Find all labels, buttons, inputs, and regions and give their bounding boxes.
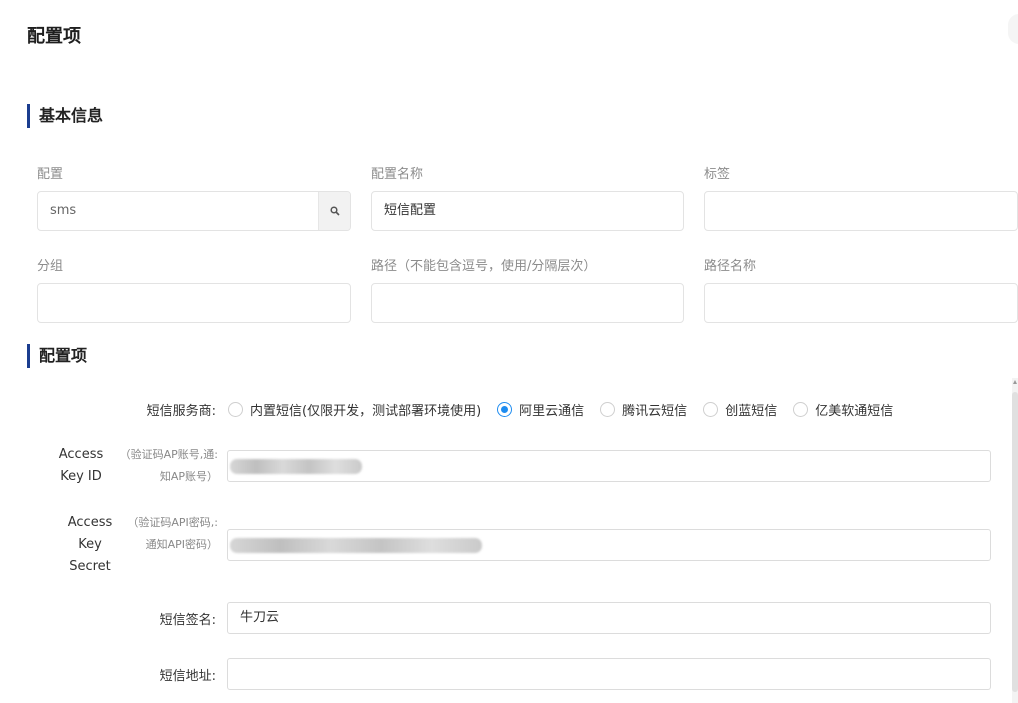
radio-circle[interactable] [600,402,616,417]
radio-circle[interactable] [793,402,809,417]
config-label: 配置 [37,167,64,182]
group-label: 分组 [37,259,64,274]
radio-label: 创蓝短信 [725,404,778,419]
group-field[interactable] [37,283,351,323]
access-key-secret-label-line1: Access [67,515,113,530]
access-key-id-label-line1: Access [58,447,104,462]
access-key-id-hint-line1: （验证码AP账号,通: [119,448,218,461]
redacted-value [230,459,362,474]
scroll-up-arrow[interactable] [1013,380,1017,384]
address-input[interactable] [227,658,991,690]
access-key-id-label-line2: Key ID [60,469,102,484]
path-label: 路径（不能包含逗号，使用/分隔层次） [371,259,597,274]
radio-provider-aliyun[interactable]: 阿里云通信 [497,400,584,419]
access-key-id-hint-line2: 知AP账号） [159,470,218,483]
access-key-secret-label-line2: Key [78,537,102,552]
page-title: 配置项 [27,26,81,47]
radio-provider-tencent[interactable]: 腾讯云短信 [600,400,687,419]
config-value: sms [50,203,77,218]
provider-radio-group: 内置短信(仅限开发，测试部署环境使用) 阿里云通信 腾讯云短信 创蓝短信 亿美软… [228,400,909,419]
tag-field[interactable] [704,191,1018,231]
access-key-id-label: Access Key ID [56,444,106,488]
section-title-basic: 基本信息 [27,104,103,128]
radio-circle[interactable] [228,402,243,417]
radio-circle-checked[interactable] [497,402,513,417]
radio-label: 亿美软通短信 [815,404,894,419]
tag-label: 标签 [704,167,731,182]
config-search-button[interactable] [318,192,350,230]
sign-label: 短信签名: [159,613,216,628]
radio-provider-yimei[interactable]: 亿美软通短信 [793,400,893,419]
config-name-label: 配置名称 [371,167,424,182]
access-key-id-hint: （验证码AP账号,通: 知AP账号） [106,444,218,488]
section-title-config-items: 配置项 [27,344,87,368]
radio-circle[interactable] [703,402,719,417]
path-field[interactable] [371,283,684,323]
access-key-secret-input[interactable] [227,529,991,561]
address-label: 短信地址: [159,669,216,684]
config-name-field[interactable]: 短信配置 [371,191,684,231]
radio-label: 腾讯云短信 [622,404,688,419]
path-name-label: 路径名称 [704,259,757,274]
scrollbar-thumb[interactable] [1012,392,1018,692]
config-field[interactable]: sms [37,191,351,231]
access-key-id-input[interactable] [227,450,991,482]
provider-label: 短信服务商: [146,404,216,419]
access-key-secret-hint-line2: 通知API密码） [145,538,218,551]
path-name-field[interactable] [704,283,1018,323]
redacted-value [230,538,482,553]
radio-label: 阿里云通信 [519,404,585,419]
sign-input[interactable]: 牛刀云 [227,602,991,634]
corner-decoration [1008,14,1018,44]
access-key-secret-hint-line1: （验证码API密码,: [127,516,218,529]
radio-label: 内置短信(仅限开发，测试部署环境使用) [250,404,482,419]
access-key-secret-label: Access Key Secret [64,512,116,578]
radio-provider-builtin[interactable]: 内置短信(仅限开发，测试部署环境使用) [228,400,481,419]
radio-provider-chuanglan[interactable]: 创蓝短信 [703,400,777,419]
access-key-secret-label-line3: Secret [69,559,111,574]
access-key-secret-hint: （验证码API密码,: 通知API密码） [116,512,218,556]
search-icon [329,206,340,216]
